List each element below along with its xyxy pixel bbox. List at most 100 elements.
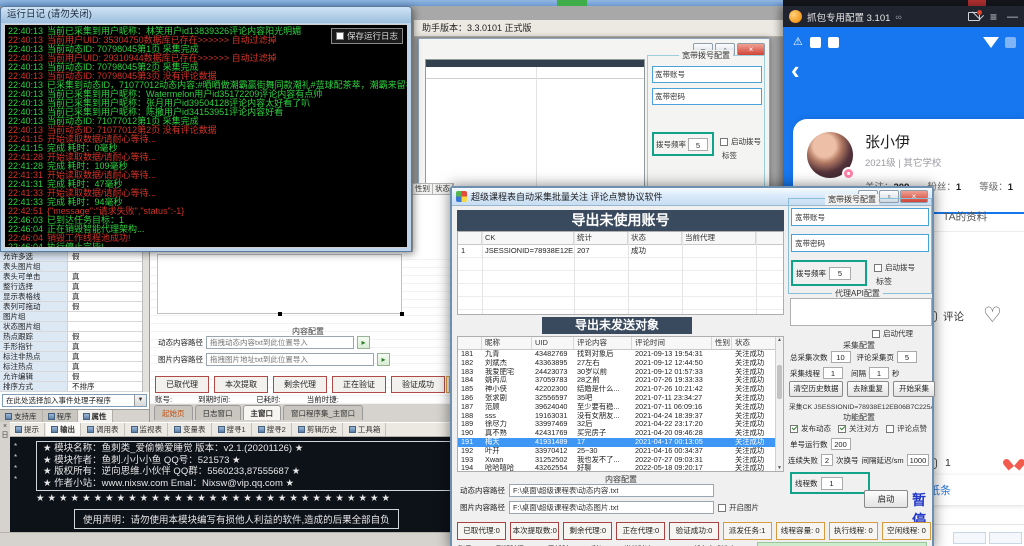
profile-stat[interactable]: 等级：1 bbox=[979, 179, 1013, 193]
dynamic-path-input[interactable]: F:\桌面\超级课程表\动态内容.txt bbox=[509, 484, 714, 497]
property-value[interactable] bbox=[68, 322, 149, 331]
delay-value[interactable]: 1000 bbox=[907, 454, 930, 466]
capture-titlebar[interactable]: 抓包专用配置 3.101 ∞ ≡ — bbox=[783, 6, 1024, 27]
table2-scrollbar[interactable]: ▲▼ bbox=[775, 337, 783, 471]
designer-dial-password-input[interactable] bbox=[687, 91, 761, 103]
clear-history-button[interactable]: 清空历史数据 bbox=[789, 381, 843, 397]
property-value[interactable]: 真 bbox=[68, 272, 149, 281]
dial-freq-box[interactable]: 拨号频率 5 bbox=[791, 260, 867, 286]
start-dial-checkbox[interactable]: 启动拨号 bbox=[874, 262, 915, 273]
thread-count-value[interactable]: 1 bbox=[821, 477, 843, 490]
event-handler-dropdown[interactable]: 在此处选择加入事件处理子程序 ▼ bbox=[2, 394, 147, 407]
designer-tab[interactable]: 窗口程序集_主窗口 bbox=[283, 405, 363, 420]
column-gender[interactable]: 性别 bbox=[712, 337, 732, 349]
designer-proxy-button[interactable]: 本次提取 bbox=[214, 376, 268, 393]
designer-tab[interactable]: 起始页 bbox=[154, 405, 193, 420]
thread-count-box[interactable]: 线程数 1 bbox=[790, 472, 870, 494]
dial-password-row[interactable]: 宽带密码 bbox=[791, 234, 929, 252]
table-row[interactable]: 184 姚丙瓜 37059783 28之前 2021-07-26 19:33:3… bbox=[458, 376, 783, 385]
stat-button[interactable]: 执行线程: 0 bbox=[829, 522, 878, 540]
stat-button[interactable]: 已取代理:0 bbox=[457, 522, 506, 540]
start-collect-button[interactable]: 开始采集 bbox=[893, 381, 935, 397]
output-tab[interactable]: 搜寻2 bbox=[253, 423, 292, 436]
table-row[interactable]: 194 哈哈嘻哈 43262554 好聊 2022-05-18 09:20:17… bbox=[458, 464, 783, 472]
output-panel-mini-toolbar[interactable]: ×日 bbox=[0, 422, 10, 462]
minimize-icon[interactable]: — bbox=[1007, 11, 1018, 23]
image-path-input[interactable]: F:\桌面\超级课程表\动态图片.txt bbox=[509, 501, 714, 514]
property-row[interactable]: 整行选择 真 bbox=[0, 282, 149, 292]
property-row[interactable]: 图片组 bbox=[0, 312, 149, 322]
liked-heart-icon[interactable] bbox=[1007, 455, 1021, 468]
stat-button[interactable]: 空闲线程: 0 bbox=[882, 522, 931, 540]
column-uid[interactable]: UID bbox=[532, 337, 574, 349]
designer-dial-start-checkbox[interactable]: 启动拨号 bbox=[720, 136, 761, 147]
output-tab[interactable]: 工具箱 bbox=[344, 423, 387, 436]
back-chevron-icon[interactable]: ‹ bbox=[791, 57, 800, 83]
property-row[interactable]: 标注非热点 真 bbox=[0, 352, 149, 362]
property-value[interactable]: 真 bbox=[68, 352, 149, 361]
property-value[interactable] bbox=[68, 312, 149, 321]
property-value[interactable]: 假 bbox=[68, 332, 149, 341]
column-nickname[interactable]: 昵称 bbox=[482, 337, 532, 349]
fail-value[interactable]: 2 bbox=[821, 454, 833, 466]
output-tab[interactable]: 输出 bbox=[46, 423, 81, 436]
column-status[interactable]: 状态 bbox=[628, 232, 682, 244]
property-value[interactable]: 真 bbox=[68, 342, 149, 351]
designer-tab[interactable]: 日志窗口 bbox=[195, 405, 241, 420]
property-value[interactable]: 真 bbox=[68, 362, 149, 371]
column-count[interactable]: 统计 bbox=[574, 232, 628, 244]
function-checkbox[interactable]: 发布动态 bbox=[790, 423, 831, 434]
ide-panel-tab[interactable]: 属性 bbox=[78, 410, 113, 422]
designer-proxy-button[interactable]: 正在验证 bbox=[332, 376, 386, 393]
table-row[interactable]: 182 刘斌杰 43363895 27左右 2021-09-12 12:44:5… bbox=[458, 359, 783, 368]
image-path-input[interactable]: 拖拽图片地址txt到此位置导入 bbox=[206, 353, 374, 366]
dial-account-input[interactable] bbox=[827, 213, 928, 222]
column-proxy[interactable]: 当前代理 bbox=[682, 232, 756, 244]
designer-dial-freq-value[interactable]: 5 bbox=[688, 138, 708, 151]
enable-image-checkbox[interactable]: 开启图片 bbox=[718, 502, 759, 513]
table-row[interactable]: 192 叶开 33970412 25~30 2021-04-16 00:34:3… bbox=[458, 447, 783, 456]
scrollbar-thumb[interactable] bbox=[777, 365, 782, 399]
table-row[interactable]: 189 徐尽力 33997469 32后 2021-04-22 23:17:20… bbox=[458, 420, 783, 429]
function-checkbox[interactable]: 评论点赞 bbox=[886, 423, 927, 434]
output-tab[interactable]: 剪辑历史 bbox=[293, 423, 343, 436]
stat-button[interactable]: 验证成功:0 bbox=[669, 522, 718, 540]
comment-pages-value[interactable]: 5 bbox=[897, 351, 917, 363]
property-value[interactable]: 真 bbox=[68, 282, 149, 291]
start-button[interactable]: 启动 bbox=[864, 490, 908, 508]
property-scrollbar[interactable] bbox=[142, 252, 149, 392]
designer-dial-account-input[interactable] bbox=[687, 69, 761, 81]
property-row[interactable]: 表头图片组 bbox=[0, 262, 149, 272]
selection-handle[interactable] bbox=[278, 312, 282, 316]
stat-button[interactable]: 线程容量: 0 bbox=[776, 522, 825, 540]
property-row[interactable]: 热点跟踪 假 bbox=[0, 332, 149, 342]
property-value[interactable]: 真 bbox=[68, 292, 149, 301]
function-checkbox[interactable]: 关注对方 bbox=[838, 423, 879, 434]
designer-dial-account-row[interactable]: 宽带账号 bbox=[652, 66, 762, 83]
log-window-titlebar[interactable]: 运行日记 (请勿关闭) bbox=[1, 7, 411, 23]
designer-tab[interactable]: 主窗口 bbox=[243, 405, 282, 420]
table-row[interactable]: 183 我爱肥宅 24423073 30岁以前 2021-09-12 01:57… bbox=[458, 368, 783, 377]
designer-listview-widget[interactable] bbox=[157, 254, 402, 314]
total-collect-value[interactable]: 10 bbox=[831, 351, 851, 363]
property-row[interactable]: 排序方式 不排序 bbox=[0, 382, 149, 392]
dial-account-row[interactable]: 宽带账号 bbox=[791, 208, 929, 226]
output-tab[interactable]: 调用表 bbox=[82, 423, 125, 436]
proxy-api-textarea[interactable] bbox=[790, 298, 932, 326]
property-value[interactable] bbox=[68, 262, 149, 271]
import-icon[interactable]: ▸ bbox=[377, 353, 390, 366]
menu-icon[interactable]: ≡ bbox=[990, 12, 997, 22]
single-run-value[interactable]: 200 bbox=[831, 438, 851, 450]
chevron-down-icon[interactable]: ▼ bbox=[134, 395, 146, 406]
mail-icon[interactable] bbox=[968, 12, 980, 21]
output-tab[interactable]: 搜寻1 bbox=[213, 423, 252, 436]
dynamic-path-input[interactable]: 拖拽动态内容txt到此位置导入 bbox=[206, 336, 354, 349]
table-row[interactable]: 187 范顾 39624040 至少要有稳... 2021-07-11 06:0… bbox=[458, 403, 783, 412]
tab-ta-profile[interactable]: TA的资料 bbox=[943, 209, 987, 224]
table1-header[interactable]: CK 统计 状态 当前代理 bbox=[458, 232, 783, 245]
save-log-checkbox[interactable]: 保存运行日志 bbox=[331, 28, 403, 44]
table-row[interactable]: 193 Xwan 31252502 我也发不了... 2022-07-27 09… bbox=[458, 456, 783, 465]
stat-button[interactable]: 本次提取数:0 bbox=[510, 522, 559, 540]
designer-proxy-button[interactable]: 剩余代理 bbox=[273, 376, 327, 393]
selection-handle[interactable] bbox=[400, 312, 404, 316]
